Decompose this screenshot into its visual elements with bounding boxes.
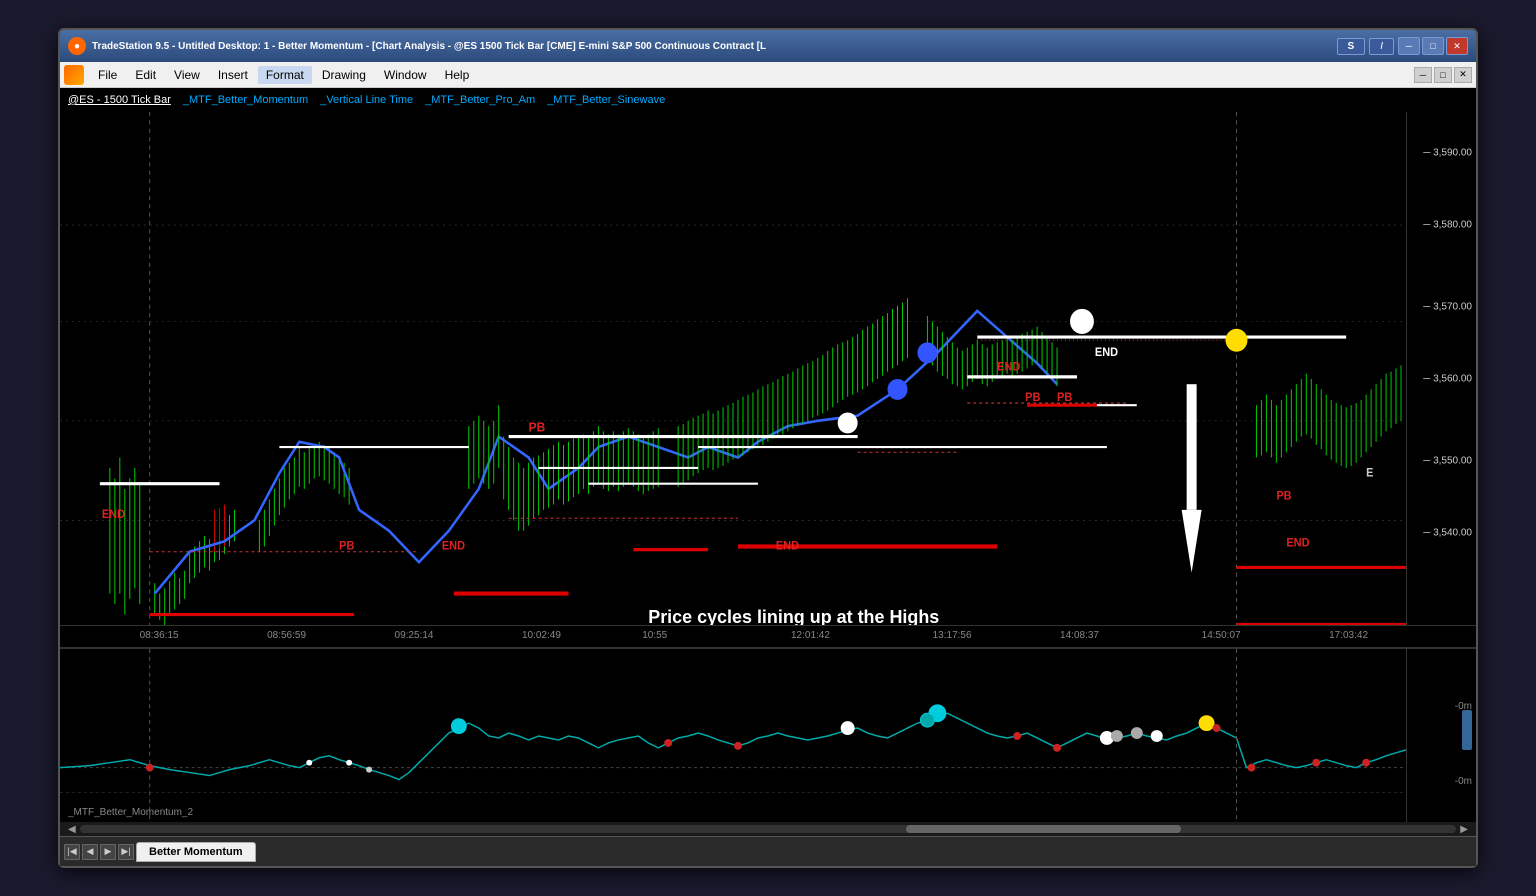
- oscillator-area: _MTF_Better_Momentum_2 -0m -0m: [60, 647, 1476, 822]
- svg-text:END: END: [997, 361, 1020, 373]
- svg-text:PB: PB: [529, 420, 546, 434]
- chart-indicator-1[interactable]: _MTF_Better_Momentum: [183, 94, 308, 106]
- svg-text:END: END: [102, 509, 125, 521]
- menu-window[interactable]: Window: [376, 66, 435, 84]
- svg-text:END: END: [442, 540, 465, 552]
- time-2: 08:56:59: [267, 630, 306, 641]
- app-icon: ●: [68, 37, 86, 55]
- oscillator-svg: [60, 649, 1406, 822]
- price-label-4: ─ 3,560.00: [1423, 373, 1472, 384]
- btn-s[interactable]: S: [1337, 38, 1366, 55]
- svg-text:END: END: [1286, 537, 1309, 549]
- tab-prev-button[interactable]: ◀: [82, 844, 98, 860]
- time-10: 17:03:42: [1329, 630, 1368, 641]
- osc-scrollbar[interactable]: [1462, 710, 1472, 750]
- osc-axis: -0m -0m: [1406, 649, 1476, 822]
- menu-bar: File Edit View Insert Format Drawing Win…: [60, 62, 1476, 88]
- scrollbar-thumb[interactable]: [906, 825, 1181, 833]
- scroll-right-arrow[interactable]: ▶: [1456, 824, 1472, 835]
- menu-edit[interactable]: Edit: [127, 66, 164, 84]
- time-4: 10:02:49: [522, 630, 561, 641]
- scroll-left-arrow[interactable]: ◀: [64, 824, 80, 835]
- price-label-6: ─ 3,540.00: [1423, 527, 1472, 538]
- btn-i[interactable]: I: [1369, 38, 1394, 55]
- svg-text:PB: PB: [1025, 392, 1040, 404]
- chart-indicator-3[interactable]: _MTF_Better_Pro_Am: [425, 94, 535, 106]
- time-5: 10:55: [642, 630, 667, 641]
- svg-text:PB: PB: [1057, 392, 1072, 404]
- scrollbar-track[interactable]: [80, 825, 1457, 833]
- minimize-button[interactable]: ─: [1398, 37, 1420, 55]
- inner-close[interactable]: ✕: [1454, 67, 1472, 83]
- menu-insert[interactable]: Insert: [210, 66, 256, 84]
- time-8: 14:08:37: [1060, 630, 1099, 641]
- svg-text:END: END: [776, 540, 799, 552]
- close-button[interactable]: ✕: [1446, 37, 1468, 55]
- inner-max[interactable]: □: [1434, 67, 1452, 83]
- menu-format[interactable]: Format: [258, 66, 312, 84]
- chart-symbol[interactable]: @ES - 1500 Tick Bar: [68, 94, 171, 106]
- chart-header: @ES - 1500 Tick Bar _MTF_Better_Momentum…: [60, 88, 1476, 112]
- main-window: ● TradeStation 9.5 - Untitled Desktop: 1…: [58, 28, 1478, 868]
- time-9: 14:50:07: [1202, 630, 1241, 641]
- app-logo: [64, 65, 84, 85]
- oscillator-chart: _MTF_Better_Momentum_2: [60, 649, 1406, 822]
- chart-svg: PB PB END END END END PB PB END PB END P…: [60, 112, 1406, 625]
- osc-bottom-label: _MTF_Better_Momentum_2: [68, 807, 193, 818]
- menu-view[interactable]: View: [166, 66, 208, 84]
- chart-main: PB PB END END END END PB PB END PB END P…: [60, 112, 1406, 625]
- svg-text:PB: PB: [339, 540, 354, 552]
- price-axis: ─ 3,590.00 ─ 3,580.00 ─ 3,570.00 ─ 3,560…: [1406, 112, 1476, 625]
- price-label-3: ─ 3,570.00: [1423, 301, 1472, 312]
- tab-bar: |◀ ◀ ▶ ▶| Better Momentum: [60, 836, 1476, 866]
- menu-drawing[interactable]: Drawing: [314, 66, 374, 84]
- inner-min[interactable]: ─: [1414, 67, 1432, 83]
- tab-next-button[interactable]: ▶: [100, 844, 116, 860]
- chart-indicator-4[interactable]: _MTF_Better_Sinewave: [547, 94, 665, 106]
- tab-first-button[interactable]: |◀: [64, 844, 80, 860]
- time-3: 09:25:14: [395, 630, 434, 641]
- svg-text:PB: PB: [1276, 490, 1291, 502]
- svg-text:Price cycles lining up at the: Price cycles lining up at the Highs: [648, 605, 939, 625]
- svg-text:E: E: [1366, 467, 1374, 479]
- maximize-button[interactable]: □: [1422, 37, 1444, 55]
- title-bar: ● TradeStation 9.5 - Untitled Desktop: 1…: [60, 30, 1476, 62]
- scrollbar-area: ◀ ▶: [60, 822, 1476, 836]
- inner-window-controls: ─ □ ✕: [1414, 67, 1472, 83]
- time-6: 12:01:42: [791, 630, 830, 641]
- time-1: 08:36:15: [140, 630, 179, 641]
- chart-indicator-2[interactable]: _Vertical Line Time: [320, 94, 413, 106]
- price-label-5: ─ 3,550.00: [1423, 455, 1472, 466]
- svg-text:END: END: [1095, 347, 1118, 359]
- tab-last-button[interactable]: ▶|: [118, 844, 134, 860]
- chart-area: PB PB END END END END PB PB END PB END P…: [60, 112, 1476, 625]
- title-bar-controls: S I ─ □ ✕: [1337, 37, 1468, 55]
- time-7: 13:17:56: [933, 630, 972, 641]
- menu-help[interactable]: Help: [437, 66, 478, 84]
- tab-better-momentum[interactable]: Better Momentum: [136, 842, 256, 862]
- window-controls: ─ □ ✕: [1398, 37, 1468, 55]
- time-axis: 08:36:15 08:56:59 09:25:14 10:02:49 10:5…: [60, 625, 1476, 647]
- title-bar-left: ● TradeStation 9.5 - Untitled Desktop: 1…: [68, 37, 766, 55]
- price-label-2: ─ 3,580.00: [1423, 219, 1472, 230]
- osc-label-2: -0m: [1455, 776, 1472, 787]
- price-label-1: ─ 3,590.00: [1423, 148, 1472, 159]
- title-text: TradeStation 9.5 - Untitled Desktop: 1 -…: [92, 41, 766, 52]
- menu-file[interactable]: File: [90, 66, 125, 84]
